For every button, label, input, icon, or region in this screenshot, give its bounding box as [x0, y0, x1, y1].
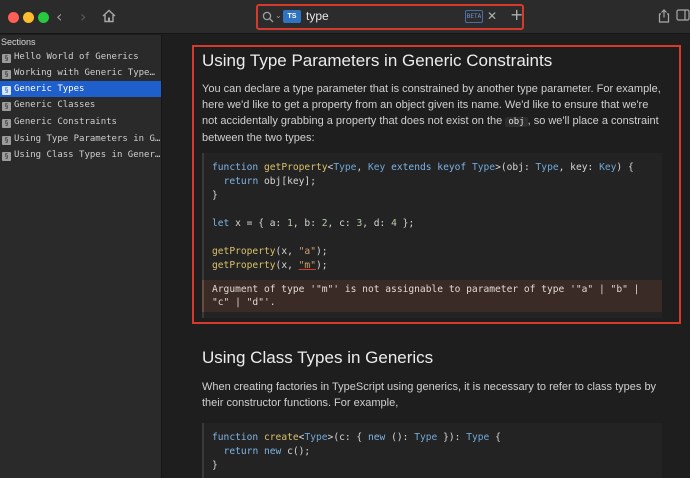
documentation-content: Using Type Parameters in Generic Constra… — [163, 35, 690, 478]
code-line: function getProperty<Type, Key extends k… — [212, 162, 634, 173]
code-line: function create<Type>(c: { new (): Type … — [212, 432, 501, 443]
section-title: Using Class Types in Generics — [202, 348, 434, 367]
sidebar-item-label: Hello World of Generics — [14, 52, 139, 62]
section-paragraph: You can declare a type parameter that is… — [202, 81, 664, 146]
home-icon[interactable] — [102, 9, 116, 23]
share-icon[interactable] — [658, 9, 670, 23]
code-block-footer — [202, 312, 662, 318]
forward-button[interactable]: › — [80, 7, 86, 27]
code-line: } — [212, 190, 218, 201]
code-line: } — [212, 460, 218, 471]
section-icon: § — [2, 119, 11, 128]
section-icon: § — [2, 136, 11, 145]
code-line: getProperty(x, "m"); — [212, 260, 328, 271]
code-block: function create<Type>(c: { new (): Type … — [202, 423, 662, 478]
title-bar: ‹ › ⌄ TS type BETA ✕ + — [0, 0, 690, 34]
sidebar-item-label: Generic Classes — [14, 100, 96, 110]
sidebar-item-hello-world[interactable]: § Hello World of Generics — [0, 49, 161, 65]
sidebar-item-label: Using Class Types in Gener… — [14, 150, 161, 160]
clear-search-button[interactable]: ✕ — [487, 8, 497, 24]
inline-code: obj — [505, 117, 528, 127]
section-paragraph: When creating factories in TypeScript us… — [202, 381, 657, 409]
close-window-button[interactable] — [8, 12, 19, 23]
sidebar-item-label: Generic Types — [14, 84, 85, 94]
error-message: Argument of type '"m"' is not assignable… — [202, 280, 662, 312]
section-icon: § — [2, 54, 11, 63]
zoom-window-button[interactable] — [38, 12, 49, 23]
sidebar-item-label: Working with Generic Type… — [14, 68, 155, 78]
new-tab-button[interactable]: + — [510, 6, 523, 24]
sidebar-item-label: Using Type Parameters in G… — [14, 134, 161, 144]
search-input[interactable]: type — [306, 8, 329, 24]
sidebar-item-using-class-types[interactable]: § Using Class Types in Gener… — [0, 147, 161, 163]
sidebar-item-working-with-generic-types[interactable]: § Working with Generic Type… — [0, 65, 161, 81]
sidebar-toggle-icon[interactable] — [676, 8, 690, 22]
docset-badge[interactable]: TS — [283, 10, 301, 23]
back-button[interactable]: ‹ — [56, 7, 62, 27]
search-icon — [262, 11, 274, 23]
code-line: let x = { a: 1, b: 2, c: 3, d: 4 }; — [212, 218, 415, 229]
section-icon: § — [2, 70, 11, 79]
section-icon: § — [2, 102, 11, 111]
chevron-down-icon[interactable]: ⌄ — [275, 11, 282, 20]
minimize-window-button[interactable] — [23, 12, 34, 23]
code-line: return new c(); — [223, 446, 311, 457]
sidebar-item-label: Generic Constraints — [14, 117, 117, 127]
code-line: return obj[key]; — [223, 176, 316, 187]
code-line: getProperty(x, "a"); — [212, 246, 328, 257]
sidebar-title: Sections — [1, 37, 36, 47]
code-block: function getProperty<Type, Key extends k… — [202, 153, 662, 280]
sidebar-item-generic-constraints[interactable]: § Generic Constraints — [0, 114, 161, 130]
keyboard-badge: BETA — [465, 10, 483, 23]
sections-sidebar: Sections § Hello World of Generics § Worki… — [0, 35, 162, 478]
section-icon: § — [2, 152, 11, 161]
section-title: Using Type Parameters in Generic Constra… — [202, 51, 553, 70]
sidebar-item-using-type-parameters[interactable]: § Using Type Parameters in G… — [0, 131, 161, 147]
sidebar-item-generic-classes[interactable]: § Generic Classes — [0, 97, 161, 113]
sidebar-item-generic-types[interactable]: § Generic Types — [0, 81, 161, 97]
section-icon: § — [2, 86, 11, 95]
